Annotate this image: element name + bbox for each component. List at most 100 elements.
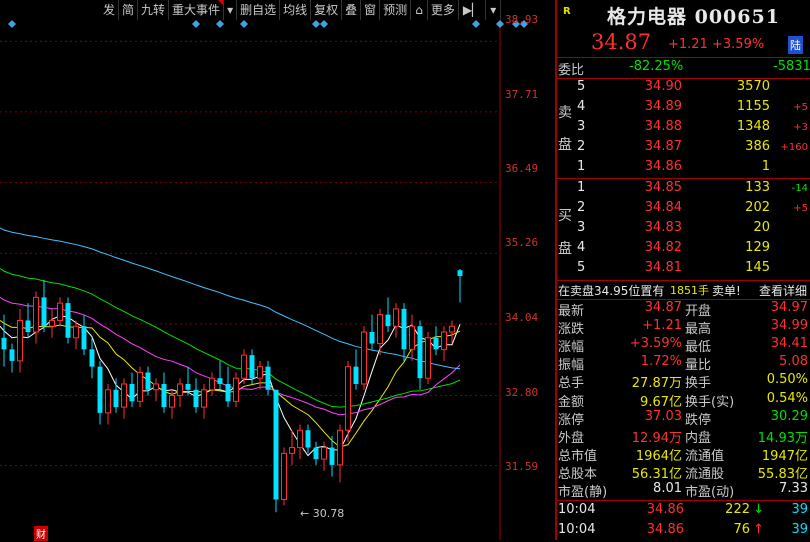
sell-level-row: 1 34.86 1 xyxy=(557,159,810,179)
sell-level-row: 5 34.90 3570 xyxy=(557,79,810,99)
candle-body xyxy=(289,447,295,454)
candle-body xyxy=(57,302,63,321)
toolbar-adjust-button[interactable]: 复权 xyxy=(311,0,343,20)
alert-volume: 1851手 xyxy=(670,284,709,297)
stat-value: 7.33 xyxy=(779,481,808,496)
toolbar-jiuzhuan-button[interactable]: 九转 xyxy=(138,0,170,20)
candle-body xyxy=(233,377,239,402)
candle-body xyxy=(65,303,71,338)
toolbar-fa-button[interactable]: 发 xyxy=(100,0,120,20)
tick-price: 34.86 xyxy=(646,522,684,537)
price-change: +1.21 xyxy=(668,37,708,52)
bid-volume: 202 xyxy=(745,200,770,215)
weibi-pct: -82.25% xyxy=(629,59,684,74)
r-badge: R xyxy=(563,6,571,17)
candle-body xyxy=(73,325,79,339)
ask-price: 34.87 xyxy=(644,139,682,154)
level-number: 1 xyxy=(577,180,586,195)
event-diamond-icon xyxy=(192,20,200,28)
toolbar-ma-button[interactable]: 均线 xyxy=(280,0,312,20)
stat-label: 金额 xyxy=(558,394,585,410)
toolbar-major-events-button[interactable]: 重大事件 xyxy=(169,0,225,20)
sell-level-row: 3 34.88 1348 +3 xyxy=(557,119,810,139)
stat-label: 振幅 xyxy=(558,358,585,374)
buy-level-row: 4 34.82 129 xyxy=(557,240,810,260)
candle-body xyxy=(449,325,455,333)
home-icon[interactable]: ⌂ xyxy=(411,0,428,20)
ask-volume: 1155 xyxy=(736,99,770,114)
stat-row: 总手 27.87万 换手 0.50% xyxy=(557,372,810,392)
candle-body xyxy=(153,383,159,391)
divider xyxy=(557,280,810,281)
bid-volume: 20 xyxy=(753,220,770,235)
ask-price: 34.90 xyxy=(644,79,682,94)
toolbar-events-dropdown-icon[interactable]: ▾ xyxy=(224,0,238,20)
play-end-icon[interactable]: ▶▏ xyxy=(459,0,487,20)
view-detail-link[interactable]: 查看详细 xyxy=(759,282,807,299)
candle-body xyxy=(369,332,375,344)
candle-body xyxy=(209,377,215,391)
bid-price: 34.81 xyxy=(644,260,682,275)
stat-label: 涨跌 xyxy=(558,322,585,338)
bid-volume: 145 xyxy=(745,260,770,275)
toolbar-jian-button[interactable]: 简 xyxy=(119,0,139,20)
candle-body xyxy=(241,354,247,379)
exchange-badge: 陆 xyxy=(788,36,803,54)
bid-change: +5 xyxy=(793,203,808,214)
level-number: 3 xyxy=(577,220,586,235)
candle-body xyxy=(417,326,423,379)
kline-canvas[interactable] xyxy=(0,0,555,540)
y-tick: 32.80 xyxy=(505,386,539,399)
bid-price: 34.83 xyxy=(644,220,682,235)
stat-label: 总手 xyxy=(558,376,585,392)
ask-change: +160 xyxy=(780,142,808,153)
candle-body xyxy=(1,337,7,350)
stat-value: 0.54% xyxy=(766,390,808,406)
ask-price: 34.86 xyxy=(644,159,682,174)
event-diamond-icon xyxy=(320,20,328,28)
y-tick: 36.49 xyxy=(505,162,539,175)
toolbar-forecast-button[interactable]: 预测 xyxy=(380,0,412,20)
weibi-row: 委比 -82.25% -5831 xyxy=(557,59,810,79)
stat-value: +1.21 xyxy=(642,318,682,334)
tick-time: 10:04 xyxy=(558,522,596,537)
candle-body xyxy=(25,320,31,332)
divider xyxy=(557,57,810,58)
candle-body xyxy=(273,389,279,500)
candle-body xyxy=(81,326,87,350)
candle-body xyxy=(249,355,255,379)
stat-value: 14.93万 xyxy=(757,430,808,446)
ask-volume: 386 xyxy=(745,139,770,154)
toolbar-overlay-button[interactable]: 叠 xyxy=(342,0,362,20)
stat-label: 跌停 xyxy=(685,412,712,428)
ask-volume: 3570 xyxy=(736,79,770,94)
candle-body xyxy=(313,447,319,460)
candle-body xyxy=(281,452,287,501)
stat-value: 55.83亿 xyxy=(757,466,808,482)
stat-value: 12.94万 xyxy=(631,430,682,446)
kline-chart[interactable]: 38.93 37.71 36.49 35.26 34.04 32.80 31.5… xyxy=(0,0,555,541)
candle-body xyxy=(9,349,15,361)
ma10-line xyxy=(0,320,461,448)
stat-label: 最高 xyxy=(685,322,712,338)
candle-body xyxy=(217,378,223,384)
candle-body xyxy=(353,366,359,384)
candle-body xyxy=(297,429,303,449)
toolbar-remove-watchlist-button[interactable]: 删自选 xyxy=(237,0,281,20)
quote-panel: R 格力电器 000651 34.87 +1.21 +3.59% 陆 委比 -8… xyxy=(557,0,810,540)
stat-value: 30.29 xyxy=(770,408,808,424)
stock-title: 格力电器 000651 xyxy=(607,6,780,28)
stat-row: 金额 9.67亿 换手(实) 0.54% xyxy=(557,391,810,411)
stat-value: +3.59% xyxy=(629,336,682,352)
stat-label: 换手(实) xyxy=(685,394,735,410)
stat-label: 最新 xyxy=(558,304,585,319)
buy-level-row: 3 34.83 20 xyxy=(557,220,810,240)
toolbar-more-button[interactable]: 更多 xyxy=(428,0,459,20)
finance-marker[interactable]: 财 xyxy=(34,526,48,541)
candle-body xyxy=(121,383,127,408)
more-dropdown-icon[interactable]: ▾ xyxy=(486,0,502,20)
candle-body xyxy=(129,384,135,402)
tick-direction-icon: ↑ xyxy=(753,522,764,537)
toolbar-window-button[interactable]: 窗 xyxy=(361,0,381,20)
weibi-val: -5831 xyxy=(773,59,810,74)
